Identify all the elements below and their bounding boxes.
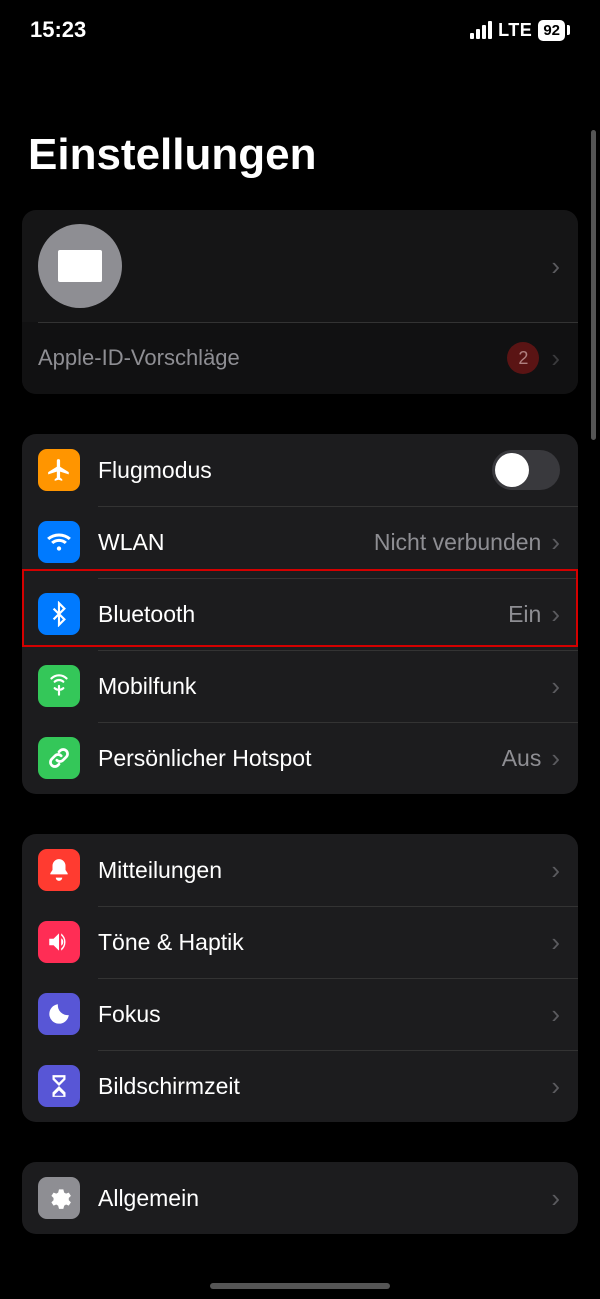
antenna-icon [38, 665, 80, 707]
link-icon [38, 737, 80, 779]
status-right: LTE 92 [470, 20, 570, 41]
wlan-row[interactable]: WLAN Nicht verbunden › [22, 506, 578, 578]
chevron-right-icon: › [551, 527, 560, 558]
status-bar: 15:23 LTE 92 [0, 0, 600, 60]
suggestions-badge: 2 [507, 342, 539, 374]
general-row[interactable]: Allgemein › [22, 1162, 578, 1234]
bluetooth-label: Bluetooth [98, 601, 508, 628]
status-time: 15:23 [30, 17, 86, 43]
general-label: Allgemein [98, 1185, 551, 1212]
sounds-row[interactable]: Töne & Haptik › [22, 906, 578, 978]
chevron-right-icon: › [551, 343, 560, 374]
bell-icon [38, 849, 80, 891]
hotspot-row[interactable]: Persönlicher Hotspot Aus › [22, 722, 578, 794]
apple-id-row[interactable]: › [22, 210, 578, 322]
bluetooth-value: Ein [508, 601, 541, 628]
wlan-label: WLAN [98, 529, 374, 556]
hourglass-icon [38, 1065, 80, 1107]
screentime-label: Bildschirmzeit [98, 1073, 551, 1100]
chevron-right-icon: › [551, 1071, 560, 1102]
bluetooth-row[interactable]: Bluetooth Ein › [22, 578, 578, 650]
focus-row[interactable]: Fokus › [22, 978, 578, 1050]
speaker-icon [38, 921, 80, 963]
moon-icon [38, 993, 80, 1035]
network-type: LTE [498, 20, 532, 41]
page-title: Einstellungen [0, 60, 600, 210]
airplane-mode-row[interactable]: Flugmodus [22, 434, 578, 506]
screentime-row[interactable]: Bildschirmzeit › [22, 1050, 578, 1122]
battery-icon: 92 [538, 20, 570, 41]
wifi-icon [38, 521, 80, 563]
airplane-label: Flugmodus [98, 457, 492, 484]
hotspot-value: Aus [502, 745, 542, 772]
notifications-row[interactable]: Mitteilungen › [22, 834, 578, 906]
chevron-right-icon: › [551, 999, 560, 1030]
notifications-label: Mitteilungen [98, 857, 551, 884]
airplane-icon [38, 449, 80, 491]
chevron-right-icon: › [551, 671, 560, 702]
cellular-row[interactable]: Mobilfunk › [22, 650, 578, 722]
avatar [38, 224, 122, 308]
airplane-toggle[interactable] [492, 450, 560, 490]
system-group: Mitteilungen › Töne & Haptik › Fokus › B… [22, 834, 578, 1122]
wlan-value: Nicht verbunden [374, 529, 542, 556]
focus-label: Fokus [98, 1001, 551, 1028]
cellular-signal-icon [470, 21, 492, 39]
apple-id-group: › Apple-ID-Vorschläge 2 › [22, 210, 578, 394]
apple-id-suggestions-label: Apple-ID-Vorschläge [38, 345, 507, 371]
gear-icon [38, 1177, 80, 1219]
cellular-label: Mobilfunk [98, 673, 551, 700]
connectivity-group: Flugmodus WLAN Nicht verbunden › Bluetoo… [22, 434, 578, 794]
sounds-label: Töne & Haptik [98, 929, 551, 956]
chevron-right-icon: › [551, 855, 560, 886]
home-indicator[interactable] [210, 1283, 390, 1289]
scroll-indicator[interactable] [591, 130, 596, 440]
bluetooth-icon [38, 593, 80, 635]
general-group: Allgemein › [22, 1162, 578, 1234]
chevron-right-icon: › [551, 927, 560, 958]
apple-id-suggestions-row[interactable]: Apple-ID-Vorschläge 2 › [22, 322, 578, 394]
chevron-right-icon: › [551, 743, 560, 774]
chevron-right-icon: › [551, 1183, 560, 1214]
chevron-right-icon: › [551, 251, 560, 282]
chevron-right-icon: › [551, 599, 560, 630]
hotspot-label: Persönlicher Hotspot [98, 745, 502, 772]
